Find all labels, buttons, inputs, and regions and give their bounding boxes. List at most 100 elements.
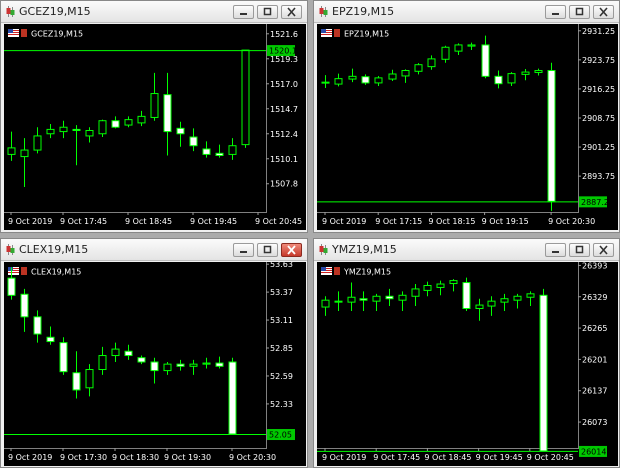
time-tick-label: 9 Oct 18:45 — [424, 453, 471, 462]
window-titlebar[interactable]: GCEZ19,M15 — [1, 1, 307, 23]
time-tick-label: 9 Oct 18:15 — [428, 217, 475, 226]
maximize-button[interactable] — [257, 243, 278, 257]
time-tick-label: 9 Oct 20:45 — [527, 453, 574, 462]
minimize-button[interactable] — [233, 5, 254, 19]
time-tick-label: 9 Oct 19:45 — [190, 217, 237, 226]
flag-icon — [8, 29, 27, 37]
candlestick-chart[interactable]: YMZ19,M15 26393 26329 26265 26201 26137 26073 9… — [317, 262, 618, 466]
time-tick-label: 9 Oct 2019 — [322, 453, 366, 462]
maximize-button[interactable] — [569, 5, 590, 19]
candlestick-chart[interactable]: EPZ19,M15 2931.25 2923.75 2916.25 2908.75 290… — [317, 24, 618, 230]
maximize-button[interactable] — [569, 243, 590, 257]
price-tick-label: 52.33 — [270, 400, 293, 409]
time-tick-label: 9 Oct 20:45 — [255, 217, 302, 226]
time-tick-label: 9 Oct 19:45 — [476, 453, 523, 462]
chart-symbol-label: YMZ19,M15 — [343, 268, 391, 277]
terminal-workspace: GCEZ19,M15 GCEZ19,M15 1521.6 1519.3 1517.0 1… — [0, 0, 620, 468]
time-tick-label: 9 Oct 19:30 — [164, 453, 211, 462]
price-tick-label: 26329 — [582, 293, 607, 302]
price-tick-label: 2908.75 — [582, 114, 615, 123]
chart-window-clex19[interactable]: CLEX19,M15 CLEX19,M15 53.63 53.37 53.11 52.8… — [0, 238, 308, 468]
candle — [228, 357, 237, 435]
flag-icon — [321, 267, 340, 275]
close-icon — [287, 7, 296, 17]
close-button[interactable] — [593, 5, 614, 19]
window-title: GCEZ19,M15 — [19, 5, 91, 18]
time-tick-label: 9 Oct 19:15 — [482, 217, 529, 226]
current-price-label: 52.05 — [269, 431, 292, 440]
time-tick-label: 9 Oct 20:30 — [548, 217, 595, 226]
minimize-button[interactable] — [545, 243, 566, 257]
chart-window-icon — [6, 6, 15, 17]
plot-area — [4, 24, 266, 212]
chart-symbol-label: EPZ19,M15 — [344, 30, 389, 39]
current-price-label: 26014 — [581, 447, 606, 456]
price-tick-label: 2931.25 — [582, 27, 615, 36]
candle — [462, 277, 471, 311]
price-tick-label: 2916.25 — [582, 85, 615, 94]
restore-icon — [263, 245, 272, 254]
price-tick-label: 1510.1 — [270, 155, 298, 164]
price-tick-label: 1507.8 — [270, 180, 298, 189]
price-chart[interactable]: GCEZ19,M15 1521.6 1519.3 1517.0 1514.7 1512.4… — [4, 24, 306, 230]
close-button[interactable] — [593, 243, 614, 257]
current-price-label: 2887.25 — [581, 198, 614, 207]
price-tick-label: 52.59 — [270, 372, 293, 381]
price-tick-label: 53.63 — [270, 262, 293, 269]
close-icon — [287, 245, 296, 255]
candle — [59, 337, 68, 375]
restore-icon — [575, 245, 584, 254]
minimize-icon — [552, 13, 559, 15]
window-title: YMZ19,M15 — [332, 243, 397, 256]
candlestick-chart[interactable]: CLEX19,M15 53.63 53.37 53.11 52.85 52.59 52.33… — [4, 262, 306, 466]
close-button[interactable] — [281, 5, 302, 19]
time-tick-label: 9 Oct 17:45 — [373, 453, 420, 462]
minimize-button[interactable] — [233, 243, 254, 257]
price-tick-label: 1512.4 — [270, 130, 298, 139]
price-tick-label: 2901.25 — [582, 143, 615, 152]
restore-icon — [575, 7, 584, 16]
window-title: EPZ19,M15 — [332, 5, 395, 18]
chart-window-ymz19[interactable]: YMZ19,M15 YMZ19,M15 26393 26329 26265 26201 2… — [313, 238, 620, 468]
price-tick-label: 26201 — [582, 355, 607, 364]
flag-icon — [8, 267, 27, 275]
chart-window-icon — [319, 6, 328, 17]
candlestick-chart[interactable]: GCEZ19,M15 1521.6 1519.3 1517.0 1514.7 1512.4… — [4, 24, 306, 230]
price-chart[interactable]: YMZ19,M15 26393 26329 26265 26201 26137 26073 9… — [317, 262, 618, 466]
price-chart[interactable]: EPZ19,M15 2931.25 2923.75 2916.25 2908.75 290… — [317, 24, 618, 230]
time-tick-label: 9 Oct 2019 — [8, 217, 52, 226]
candle — [539, 288, 548, 452]
price-chart[interactable]: CLEX19,M15 53.63 53.37 53.11 52.85 52.59 52.33… — [4, 262, 306, 466]
minimize-icon — [552, 251, 559, 253]
chart-window-epz19[interactable]: EPZ19,M15 EPZ19,M15 2931.25 2923.75 2916.25… — [313, 0, 620, 233]
time-tick-label: 9 Oct 17:45 — [60, 217, 107, 226]
minimize-button[interactable] — [545, 5, 566, 19]
price-tick-label: 1517.0 — [270, 80, 298, 89]
close-icon — [599, 245, 608, 255]
minimize-icon — [240, 13, 247, 15]
restore-icon — [263, 7, 272, 16]
price-tick-label: 1514.7 — [270, 105, 298, 114]
time-tick-label: 9 Oct 20:30 — [229, 453, 276, 462]
price-tick-label: 26073 — [582, 418, 607, 427]
window-titlebar[interactable]: EPZ19,M15 — [314, 1, 619, 23]
time-tick-label: 9 Oct 18:30 — [112, 453, 159, 462]
price-tick-label: 26393 — [582, 262, 607, 270]
maximize-button[interactable] — [257, 5, 278, 19]
time-tick-label: 9 Oct 2019 — [322, 217, 366, 226]
chart-window-gcez19[interactable]: GCEZ19,M15 GCEZ19,M15 1521.6 1519.3 1517.0 1… — [0, 0, 308, 233]
current-price-label: 1520.1 — [269, 47, 297, 56]
close-button[interactable] — [281, 243, 302, 257]
time-tick-label: 9 Oct 2019 — [8, 453, 52, 462]
close-icon — [599, 7, 608, 17]
window-titlebar[interactable]: CLEX19,M15 — [1, 239, 307, 261]
price-tick-label: 2923.75 — [582, 56, 615, 65]
chart-symbol-label: GCEZ19,M15 — [31, 30, 83, 39]
time-tick-label: 9 Oct 18:45 — [125, 217, 172, 226]
window-title: CLEX19,M15 — [19, 243, 89, 256]
price-tick-label: 26137 — [582, 387, 607, 396]
window-titlebar[interactable]: YMZ19,M15 — [314, 239, 619, 261]
candle — [547, 62, 556, 211]
price-tick-label: 1519.3 — [270, 55, 298, 64]
time-tick-label: 9 Oct 17:15 — [375, 217, 422, 226]
